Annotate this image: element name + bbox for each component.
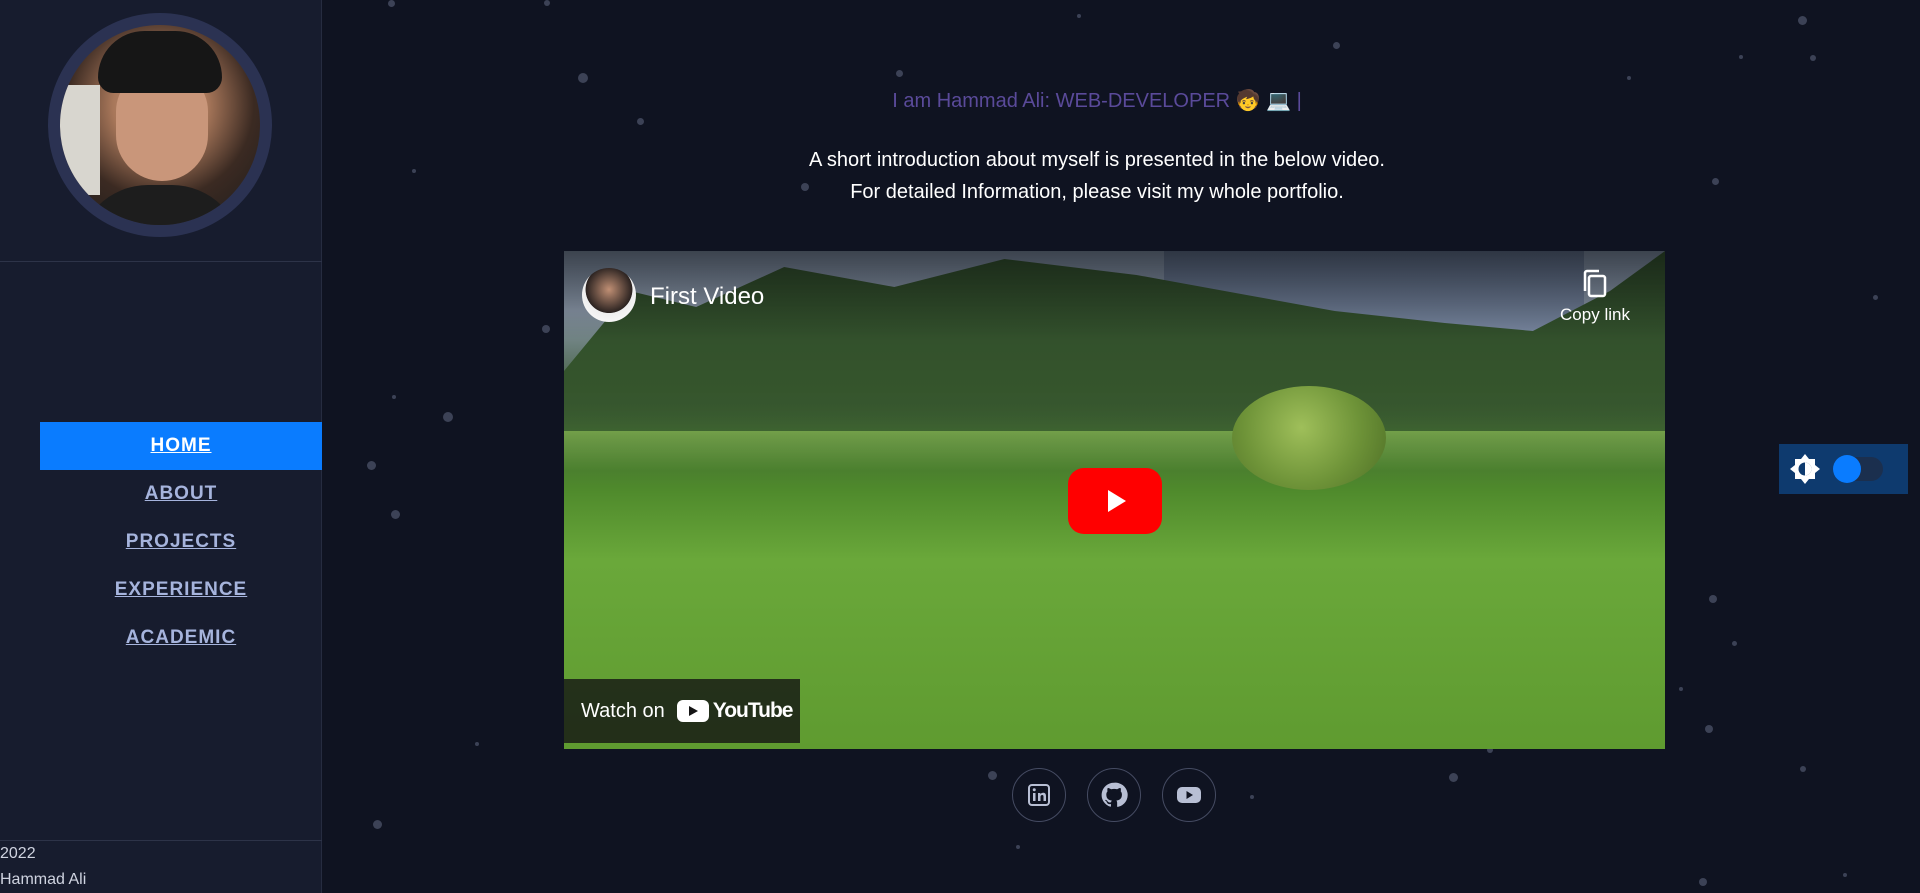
profile-photo [60, 25, 260, 225]
nav-item-about[interactable]: ABOUT [40, 470, 322, 518]
brightness-icon [1790, 454, 1820, 484]
main-nav: HOME ABOUT PROJECTS EXPERIENCE ACADEMIC [40, 422, 322, 662]
youtube-video-embed[interactable]: First Video Copy link Watch on YouTube [564, 251, 1665, 749]
footer-name: Hammad Ali [0, 871, 87, 888]
channel-avatar[interactable] [582, 268, 636, 322]
copy-link-button[interactable]: Copy link [1555, 269, 1635, 325]
nav-item-academic[interactable]: ACADEMIC [40, 614, 322, 662]
nav-item-projects[interactable]: PROJECTS [40, 518, 322, 566]
copy-icon [1583, 269, 1607, 298]
play-button[interactable] [1068, 468, 1162, 534]
dark-mode-switch[interactable] [1833, 455, 1883, 483]
sidebar-divider [0, 261, 322, 262]
play-icon [1108, 490, 1126, 512]
youtube-wordmark: YouTube [712, 699, 794, 722]
headline-typewriter: I am Hammad Ali: WEB-DEVELOPER 🧒 💻 | [892, 90, 1302, 112]
watch-on-label: Watch on [581, 699, 665, 722]
sidebar: HOME ABOUT PROJECTS EXPERIENCE ACADEMIC … [0, 0, 322, 893]
linkedin-button[interactable] [1012, 768, 1066, 822]
intro-text: A short introduction about myself is pre… [322, 144, 1872, 208]
switch-knob [1833, 455, 1861, 483]
linkedin-icon [1028, 784, 1050, 806]
youtube-play-logo-icon [676, 700, 709, 722]
intro-line-1: A short introduction about myself is pre… [809, 149, 1385, 171]
intro-line-2: For detailed Information, please visit m… [850, 181, 1344, 203]
social-links [1012, 768, 1216, 822]
nav-item-experience[interactable]: EXPERIENCE [40, 566, 322, 614]
copy-link-label: Copy link [1560, 305, 1630, 324]
github-button[interactable] [1087, 768, 1141, 822]
youtube-icon [1177, 787, 1201, 803]
theme-toggle [1779, 444, 1908, 494]
nav-item-home[interactable]: HOME [40, 422, 322, 470]
footer-year: 2022 [0, 845, 36, 862]
youtube-logo: YouTube [676, 699, 794, 723]
youtube-button[interactable] [1162, 768, 1216, 822]
profile-avatar [48, 13, 272, 237]
footer-divider [0, 840, 322, 841]
watch-on-youtube-button[interactable]: Watch on YouTube [564, 679, 800, 743]
video-title[interactable]: First Video [650, 283, 764, 311]
github-icon [1101, 782, 1128, 807]
